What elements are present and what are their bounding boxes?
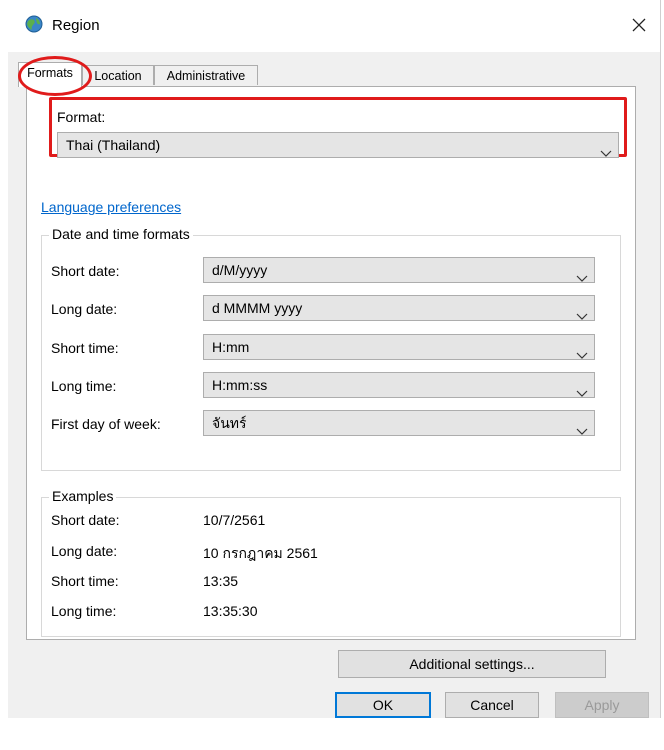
example-short-time-value: 13:35 [203, 573, 239, 589]
chevron-down-icon [576, 343, 588, 359]
first-day-of-week-label: First day of week: [51, 416, 161, 432]
close-icon [632, 18, 646, 35]
format-value: Thai (Thailand) [66, 137, 161, 153]
examples-title: Examples [49, 488, 117, 504]
example-short-date-value: 10/7/2561 [203, 512, 266, 528]
format-dropdown[interactable]: Thai (Thailand) [57, 132, 619, 158]
examples-group [41, 497, 621, 637]
formats-panel: Format: Thai (Thailand) Language prefere… [26, 86, 636, 640]
cancel-button[interactable]: Cancel [445, 692, 539, 718]
ok-button[interactable]: OK [335, 692, 431, 718]
title-bar: Region [8, 0, 660, 52]
example-long-time-label: Long time: [51, 603, 117, 619]
language-preferences-link[interactable]: Language preferences [41, 199, 181, 215]
short-date-label: Short date: [51, 263, 120, 279]
example-long-date-label: Long date: [51, 543, 118, 559]
short-time-label: Short time: [51, 340, 119, 356]
short-time-dropdown[interactable]: H:mm [203, 334, 595, 360]
first-day-of-week-dropdown[interactable]: จันทร์ [203, 410, 595, 436]
tab-location[interactable]: Location [82, 65, 154, 85]
tab-label: Administrative [166, 69, 246, 83]
chevron-down-icon [576, 266, 588, 282]
date-time-formats-title: Date and time formats [49, 226, 193, 242]
first-day-of-week-value: จันทร์ [212, 415, 247, 431]
button-label: OK [372, 697, 394, 713]
short-date-value: d/M/yyyy [212, 262, 268, 278]
window-title: Region [52, 17, 100, 34]
tab-label: Formats [27, 66, 73, 80]
example-long-time-value: 13:35:30 [203, 603, 258, 619]
tab-label: Location [94, 69, 142, 83]
button-label: Additional settings... [409, 656, 535, 672]
button-label: Cancel [470, 697, 514, 713]
region-dialog: Region Formats Location Administrative F… [8, 0, 661, 718]
button-label: Apply [584, 697, 620, 713]
long-time-dropdown[interactable]: H:mm:ss [203, 372, 595, 398]
example-long-date-value: 10 กรกฎาคม 2561 [203, 545, 318, 561]
tab-formats[interactable]: Formats [18, 62, 82, 87]
long-date-value: d MMMM yyyy [212, 300, 303, 316]
long-time-label: Long time: [51, 378, 117, 394]
additional-settings-button[interactable]: Additional settings... [338, 650, 606, 678]
example-short-time-label: Short time: [51, 573, 119, 589]
short-date-dropdown[interactable]: d/M/yyyy [203, 257, 595, 283]
format-label: Format: [57, 109, 106, 125]
long-time-value: H:mm:ss [212, 377, 268, 393]
long-date-dropdown[interactable]: d MMMM yyyy [203, 295, 595, 321]
short-time-value: H:mm [212, 339, 250, 355]
chevron-down-icon [576, 419, 588, 435]
apply-button[interactable]: Apply [555, 692, 649, 718]
tab-administrative[interactable]: Administrative [154, 65, 258, 85]
chevron-down-icon [576, 304, 588, 320]
chevron-down-icon [576, 381, 588, 397]
globe-icon [24, 14, 44, 34]
chevron-down-icon [600, 141, 612, 157]
example-short-date-label: Short date: [51, 512, 120, 528]
close-button[interactable] [624, 12, 654, 40]
long-date-label: Long date: [51, 301, 118, 317]
